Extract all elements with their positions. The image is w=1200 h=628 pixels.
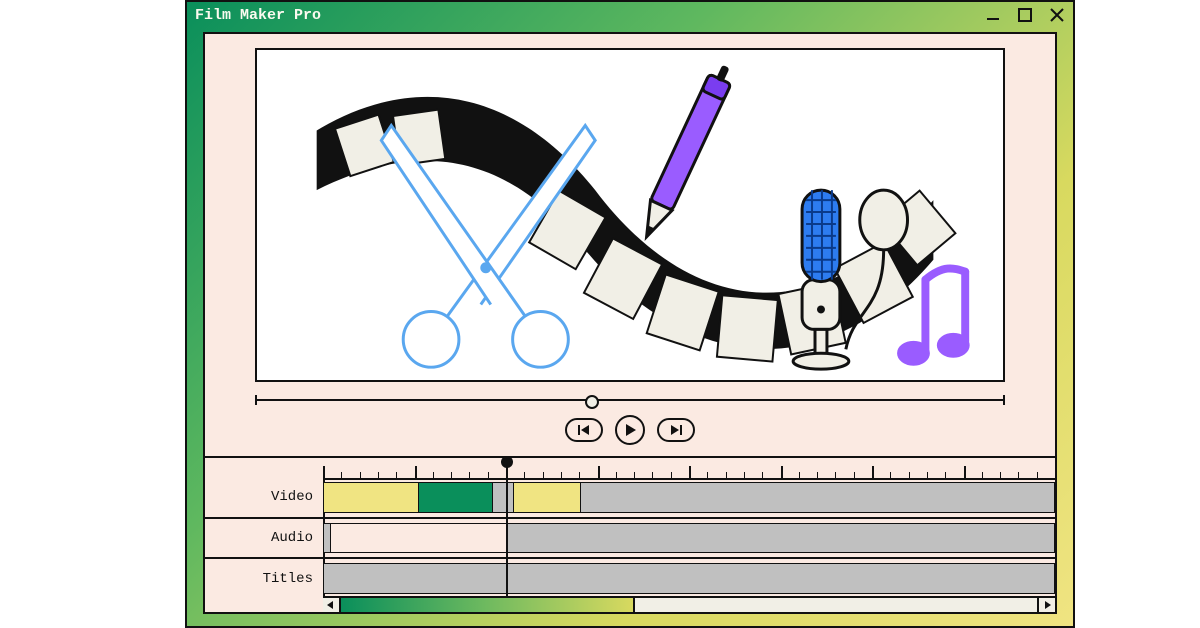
scroll-right-button[interactable] (1037, 598, 1055, 612)
timeline: Video Audio Titles (205, 456, 1055, 612)
track-label-video: Video (205, 478, 323, 519)
titles-track[interactable] (323, 559, 1055, 598)
playhead[interactable] (506, 458, 508, 598)
video-clip[interactable] (513, 482, 581, 513)
minimize-button[interactable] (985, 7, 1001, 23)
audio-clip[interactable] (330, 523, 508, 554)
pen-icon (634, 61, 736, 244)
seek-bar[interactable] (255, 394, 1005, 406)
app-title: Film Maker Pro (195, 7, 321, 24)
video-clip[interactable] (323, 482, 420, 513)
maximize-button[interactable] (1017, 7, 1033, 23)
timeline-scrollbar[interactable] (323, 596, 1055, 612)
transport-controls (205, 414, 1055, 446)
video-clip[interactable] (418, 482, 493, 513)
prev-button[interactable] (565, 418, 603, 442)
preview-canvas[interactable] (255, 48, 1005, 382)
next-button[interactable] (657, 418, 695, 442)
preview-illustration (257, 50, 1003, 380)
close-button[interactable] (1049, 7, 1065, 23)
seek-thumb[interactable] (585, 395, 599, 409)
app-window: Film Maker Pro (185, 0, 1075, 628)
scroll-thumb[interactable] (341, 598, 635, 612)
scroll-track[interactable] (341, 598, 1037, 612)
client-area: Video Audio Titles (203, 32, 1057, 614)
video-track[interactable] (323, 478, 1055, 519)
audio-track[interactable] (323, 519, 1055, 560)
track-label-audio: Audio (205, 519, 323, 560)
track-labels: Video Audio Titles (205, 478, 325, 598)
title-bar: Film Maker Pro (187, 2, 1073, 28)
track-label-titles: Titles (205, 559, 323, 598)
scroll-left-button[interactable] (323, 598, 341, 612)
play-button[interactable] (615, 415, 645, 445)
timeline-grid[interactable] (323, 458, 1055, 598)
time-ruler[interactable] (323, 458, 1055, 480)
window-controls (985, 7, 1065, 23)
